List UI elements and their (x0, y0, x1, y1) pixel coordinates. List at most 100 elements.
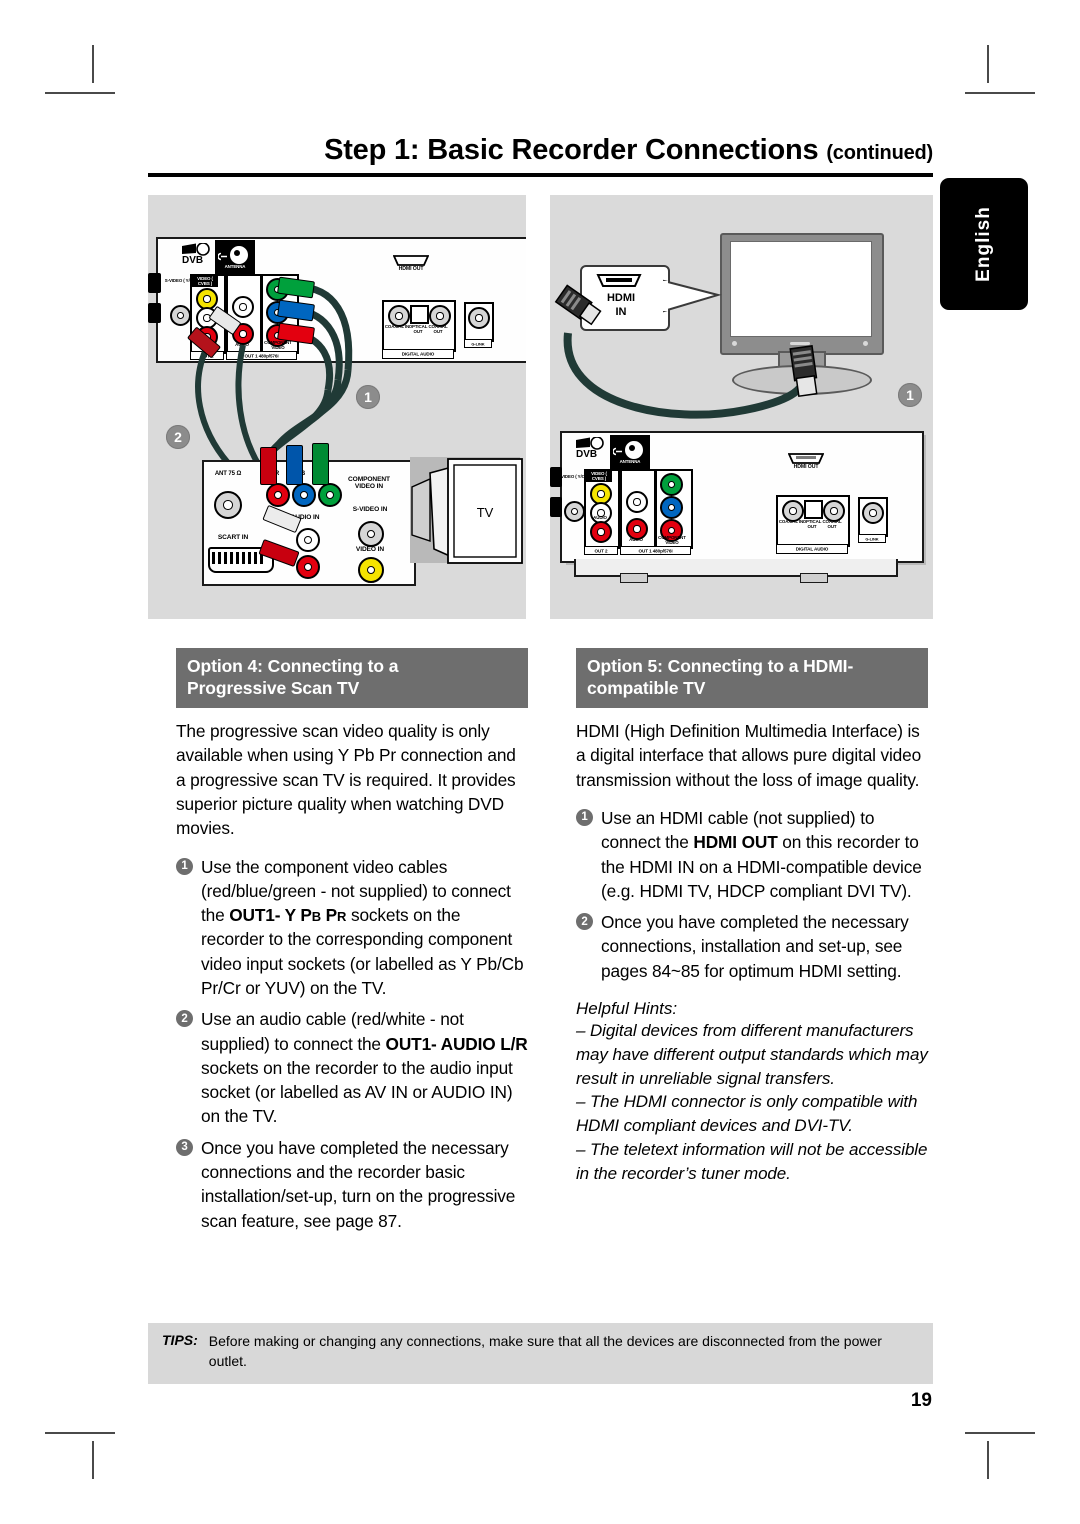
hdmi-connection-diagram: HDMI IN 1 DVB ANTENNA S-VIDEO (Y/C) VI… (550, 195, 933, 619)
component-video-y-jack (660, 473, 683, 496)
option-4-heading: Option 4: Connecting to a Progressive Sc… (176, 648, 528, 709)
tips-footer: TIPS: Before making or changing any conn… (148, 1323, 933, 1384)
step-number: 3 (176, 1138, 193, 1156)
step-text-part1: Once you have completed the necessary co… (601, 912, 909, 981)
callout-1-label: 1 (364, 389, 372, 405)
crop-mark-left-top (45, 92, 115, 94)
svg-text:DVB: DVB (576, 449, 597, 459)
svg-text:DVB: DVB (182, 255, 203, 265)
g-link-jack (862, 502, 884, 524)
page-title-continued: (continued) (826, 142, 933, 164)
tv-component-pr-jack (266, 483, 290, 507)
tips-label: TIPS: (162, 1332, 198, 1348)
flat-tv-indicator-left (732, 341, 737, 346)
side-connector-b (148, 303, 161, 323)
step-bold-1: HDMI OUT (693, 832, 778, 853)
tv-s-video-in-label: S-VIDEO IN (352, 506, 388, 513)
language-tab: English (940, 178, 1028, 310)
dvb-logo-icon: DVB (574, 436, 610, 460)
out1-audio-left-jack (232, 296, 254, 318)
flat-tv-screen (730, 241, 872, 337)
tv-s-video-in-jack (358, 521, 384, 547)
antenna-lead-icon (612, 443, 623, 456)
out1-label: OUT 1 480p/576i (638, 548, 673, 553)
side-connector-b (550, 497, 562, 517)
step-bold-2: P (321, 905, 338, 926)
tv-audio-in-right-jack (296, 555, 320, 579)
option-5-step-2: 2 Once you have completed the necessary c… (576, 910, 928, 983)
out2-strip: OUT 2 (584, 546, 618, 555)
step-number: 1 (176, 857, 193, 875)
out1-label: OUT 1 480p/576i (244, 353, 279, 358)
hdmi-out-port-icon (392, 253, 430, 266)
tv-component-y-jack (318, 483, 342, 507)
hdmi-out-label: HDMI OUT (398, 266, 424, 272)
out2-audio-right-jack (590, 521, 612, 543)
tv-video-in-label: VIDEO IN (355, 546, 385, 553)
tv-scart-in-label: SCART IN (217, 534, 249, 541)
coaxial-out-label: COAXIAL OUT (822, 519, 842, 529)
step-bold-1: OUT1- Y P (229, 905, 312, 926)
step-bold-1: OUT1- AUDIO L/R (385, 1033, 528, 1054)
g-link-label: G-LINK (865, 536, 879, 541)
crop-mark-right-bottom (965, 1432, 1035, 1434)
antenna-label: ANTENNA (224, 264, 246, 269)
step-text-part2: sockets on the recorder to the audio inp… (201, 1057, 513, 1127)
flat-tv-indicator-right (863, 341, 868, 346)
svg-text:TV: TV (477, 505, 494, 520)
antenna-jack-pin (629, 445, 635, 451)
component-video-pb-jack (660, 496, 683, 519)
option-4-heading-line1: Option 4: Connecting to a (187, 656, 399, 676)
option-5-step-1: 1 Use an HDMI cable (not supplied) to con… (576, 806, 928, 903)
plug-green-tv (312, 443, 329, 485)
option-5-intro: HDMI (High Definition Multimedia Interfa… (576, 721, 922, 790)
page-title: Step 1: Basic Recorder Connections (cont… (148, 134, 933, 167)
step-number: 2 (176, 1010, 193, 1028)
step-number: 1 (576, 808, 593, 826)
digital-audio-label: DIGITAL AUDIO (795, 546, 829, 552)
g-link-strip: G-LINK (858, 534, 886, 543)
manual-page: Step 1: Basic Recorder Connections (cont… (0, 0, 1080, 1524)
tv-component-video-in-label: COMPONENT VIDEO IN (348, 476, 390, 490)
option-4-step-1: 1 Use the component video cables (red/blu… (176, 855, 528, 1001)
title-rule (148, 173, 933, 177)
crt-tv: TV (411, 458, 523, 564)
out1-audio-left-jack (626, 491, 648, 513)
tv-audio-in-left-jack (296, 528, 320, 552)
digital-audio-label: DIGITAL AUDIO (401, 351, 435, 357)
optical-out-port (410, 305, 429, 324)
left-text-column: Option 4: Connecting to a Progressive Sc… (176, 648, 528, 1240)
digital-audio-strip: DIGITAL AUDIO (382, 349, 454, 359)
option-4-step-2: 2 Use an audio cable (red/white - not sup… (176, 1007, 528, 1128)
callout-1: 1 (898, 383, 922, 407)
callout-1: 1 (356, 385, 380, 409)
crop-mark-right-top (965, 92, 1035, 94)
tv-antenna-label: ANT 75 Ω (214, 471, 242, 477)
component-video-label: COMPONENT VIDEO (658, 535, 686, 545)
page-header: Step 1: Basic Recorder Connections (cont… (148, 134, 933, 177)
tv-component-pb-jack (292, 483, 316, 507)
plug-red-tv (260, 447, 277, 485)
option-5-steps: 1 Use an HDMI cable (not supplied) to con… (576, 806, 928, 983)
s-video-jack (564, 501, 585, 522)
coaxial-out-label: COAXIAL OUT (428, 324, 448, 334)
hdmi-out-label: HDMI OUT (793, 464, 819, 470)
recorder-foot-right (800, 573, 828, 583)
out1-strip: OUT 1 480p/576i (226, 351, 297, 360)
helpful-hint-3: – The teletext information will not be a… (576, 1139, 928, 1183)
crop-mark-bottom-left (92, 1441, 94, 1479)
step-bold-sub-2: R (337, 909, 347, 925)
helpful-hint-1: – Digital devices from different manufac… (576, 1021, 928, 1088)
out1-audio-label: AUDIO (629, 537, 643, 542)
tv-video-in-jack (358, 557, 384, 583)
helpful-hint-2: – The HDMI connector is only compatible … (576, 1092, 918, 1136)
callout-2: 2 (166, 425, 190, 449)
progressive-scan-connection-diagram: DVB ANTENNA S-VIDEO ( Y/C ) VIDEO ( CVBS… (148, 195, 526, 619)
crop-mark-left-bottom (45, 1432, 115, 1434)
crop-mark-bottom-right (987, 1441, 989, 1479)
out2-audio-label: AUDIO (593, 515, 607, 520)
step-bold-sub-1: B (311, 909, 322, 925)
tips-text: Before making or changing any connection… (208, 1333, 882, 1369)
option-5-heading: Option 5: Connecting to a HDMI- compatib… (576, 648, 928, 709)
option-5-heading-line1: Option 5: Connecting to a HDMI- (587, 656, 854, 676)
